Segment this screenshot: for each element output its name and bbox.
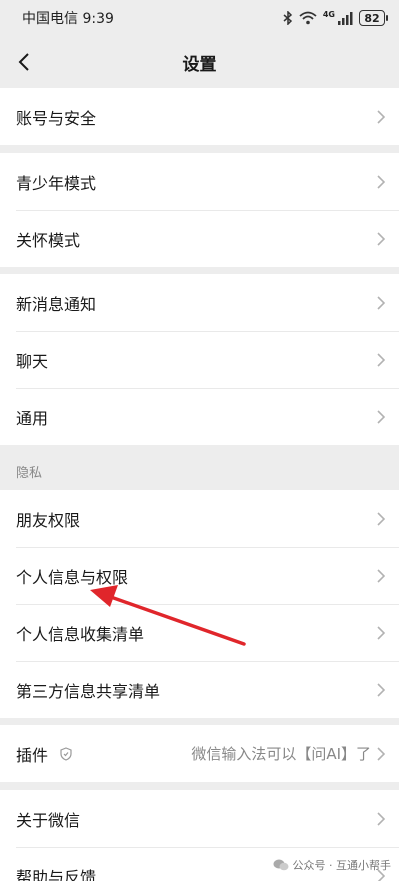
settings-item-notifications[interactable]: 新消息通知 [0,274,399,331]
settings-item-teen-mode[interactable]: 青少年模式 [0,153,399,210]
signal-icon [338,12,353,25]
nav-bar: 设置 [0,36,399,88]
back-button[interactable] [8,46,40,78]
wechat-official-account-icon [273,859,288,871]
settings-group-modes: 青少年模式 关怀模式 [0,153,399,267]
settings-item-label: 帮助与反馈 [16,867,97,881]
settings-item-label: 青少年模式 [16,173,97,193]
settings-item-personal-info-collection[interactable]: 个人信息收集清单 [0,604,399,661]
settings-item-label: 个人信息与权限 [16,567,129,587]
settings-item-chat[interactable]: 聊天 [0,331,399,388]
page-title: 设置 [182,54,217,75]
chevron-right-icon [377,511,385,526]
settings-group-account: 账号与安全 [0,88,399,145]
chevron-right-icon [377,625,385,640]
chevron-right-icon [377,295,385,310]
carrier-time: 中国电信 9:39 [22,11,114,27]
chevron-right-icon [377,409,385,424]
settings-item-label: 账号与安全 [16,108,97,128]
settings-item-third-party-sharing[interactable]: 第三方信息共享清单 [0,661,399,718]
settings-group-privacy: 朋友权限 个人信息与权限 个人信息收集清单 第三方信息共享清单 [0,490,399,718]
settings-item-label: 朋友权限 [16,510,81,530]
network-type: 4G [322,10,335,19]
plugin-promo-text: 微信输入法可以【问AI】了 [191,745,371,763]
battery-indicator: 82 [359,10,388,26]
status-icons: 4G 82 [283,10,388,26]
settings-item-label: 新消息通知 [16,294,97,314]
settings-item-label: 第三方信息共享清单 [16,681,161,701]
watermark: 公众号 · 互通小帮手 [273,857,392,873]
settings-item-label: 通用 [16,408,49,428]
settings-item-about-wechat[interactable]: 关于微信 [0,790,399,847]
chevron-right-icon [377,231,385,246]
settings-item-label: 插件 [16,745,49,765]
shield-icon [60,746,72,761]
chevron-right-icon [377,746,385,761]
settings-group-plugins: 插件 微信输入法可以【问AI】了 [0,725,399,782]
settings-item-personal-info-permissions[interactable]: 个人信息与权限 [0,547,399,604]
settings-item-label: 个人信息收集清单 [16,624,145,644]
settings-item-plugins[interactable]: 插件 微信输入法可以【问AI】了 [0,725,399,782]
chevron-right-icon [377,174,385,189]
back-arrow-icon [18,53,29,71]
bluetooth-icon [283,11,292,25]
chevron-right-icon [377,109,385,124]
settings-item-label: 关怀模式 [16,230,81,250]
section-label-privacy: 隐私 [16,466,43,481]
settings-item-account-security[interactable]: 账号与安全 [0,88,399,145]
settings-group-general: 新消息通知 聊天 通用 [0,274,399,445]
watermark-text: 公众号 · 互通小帮手 [292,859,392,872]
chevron-right-icon [377,352,385,367]
chevron-right-icon [377,682,385,697]
wifi-icon [299,11,317,25]
settings-item-care-mode[interactable]: 关怀模式 [0,210,399,267]
chevron-right-icon [377,811,385,826]
status-bar: 中国电信 9:39 4G 82 [0,0,399,36]
settings-item-general[interactable]: 通用 [0,388,399,445]
settings-item-label: 聊天 [16,351,49,371]
settings-item-friend-permissions[interactable]: 朋友权限 [0,490,399,547]
chevron-right-icon [377,568,385,583]
settings-item-label: 关于微信 [16,810,81,830]
